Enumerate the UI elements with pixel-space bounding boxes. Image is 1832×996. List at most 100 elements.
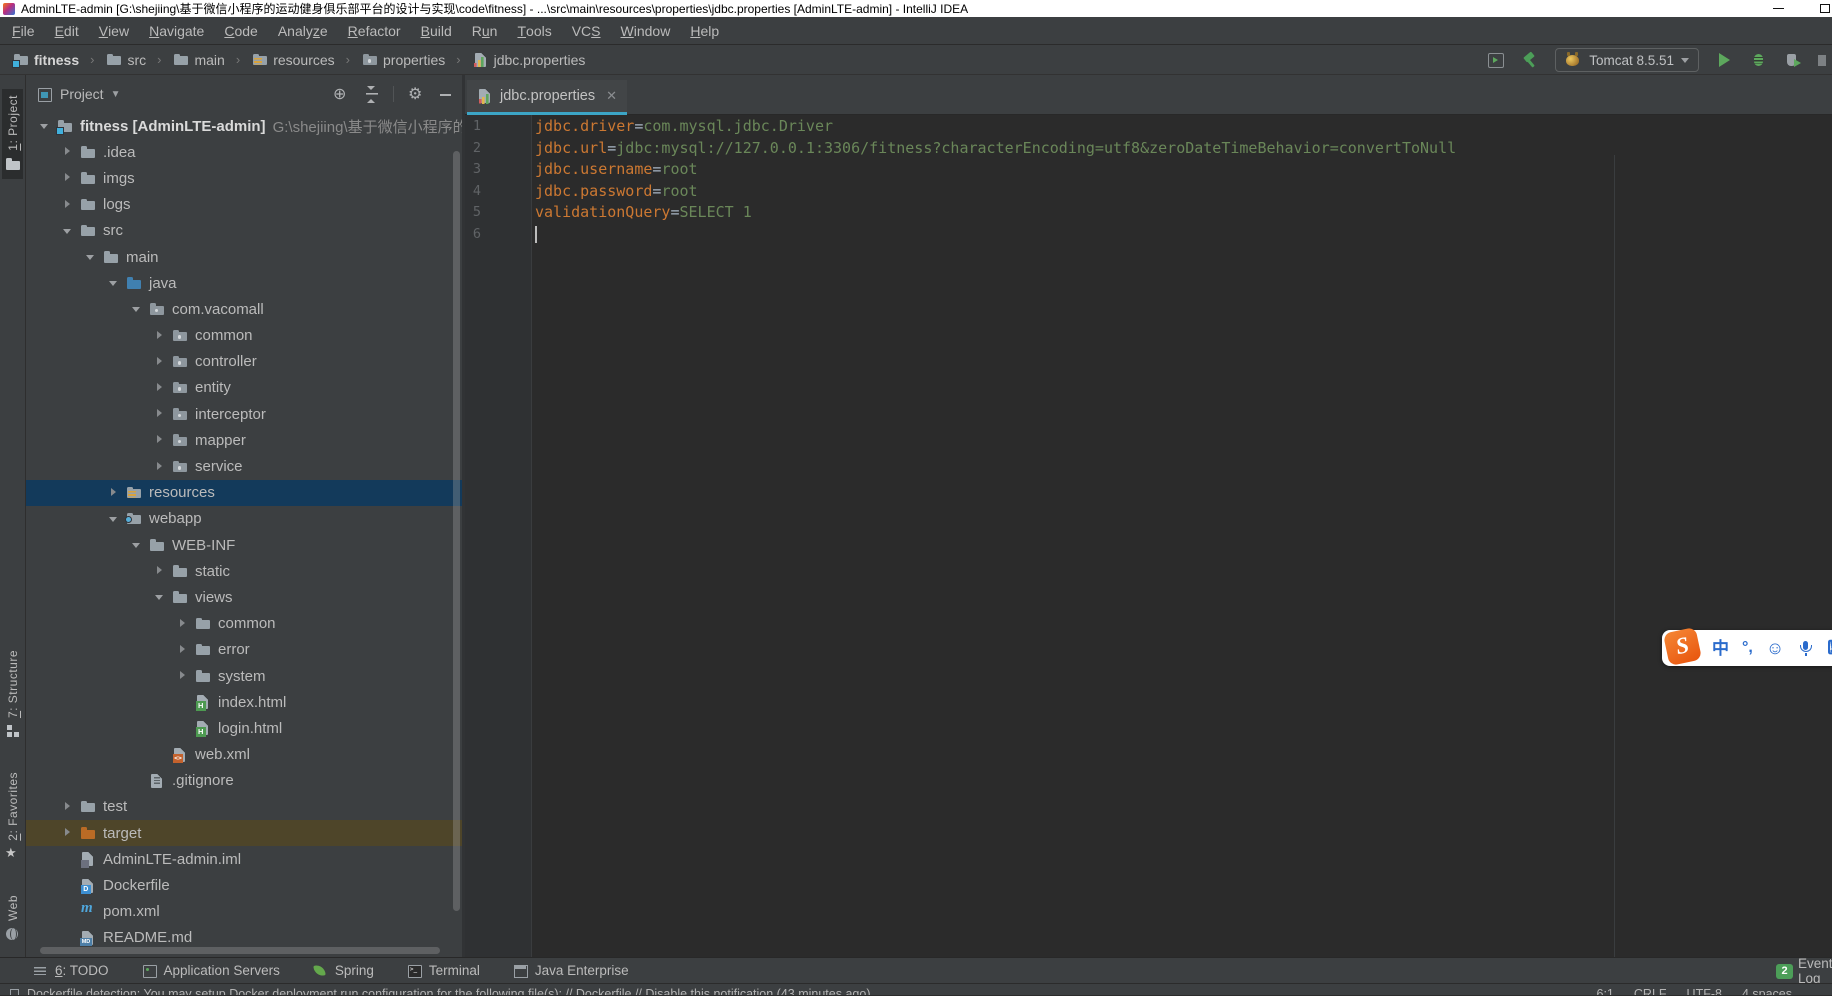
run-anything-icon[interactable]	[1487, 52, 1504, 69]
tree-row[interactable]: .gitignore	[26, 768, 462, 794]
expand-arrow-icon[interactable]	[151, 432, 171, 448]
status-widget[interactable]: 4 spaces	[1742, 987, 1792, 995]
stripe-tab-2-favorites[interactable]: 2: Favorites	[2, 766, 23, 869]
tree-row[interactable]: Dockerfile	[26, 872, 462, 898]
collapse-all-icon[interactable]	[363, 86, 380, 103]
maximize-button[interactable]	[1820, 4, 1830, 13]
tree-row[interactable]: webapp	[26, 506, 462, 532]
status-widget[interactable]: CRLF	[1634, 987, 1667, 995]
expand-arrow-icon[interactable]	[151, 589, 171, 605]
expand-arrow-icon[interactable]	[82, 249, 102, 265]
expand-arrow-icon[interactable]	[105, 275, 125, 291]
project-panel-title[interactable]: Project	[60, 86, 104, 102]
menu-item-window[interactable]: Window	[611, 17, 681, 44]
menu-item-refactor[interactable]: Refactor	[338, 17, 411, 44]
close-tab-icon[interactable]: ✕	[606, 88, 617, 104]
tree-row[interactable]: fitness [AdminLTE-admin]G:\shejiing\基于微信…	[26, 113, 462, 139]
ime-keyboard-button[interactable]: ⌨	[1827, 639, 1832, 658]
expand-arrow-icon[interactable]	[59, 825, 79, 841]
menu-item-build[interactable]: Build	[411, 17, 462, 44]
expand-arrow-icon[interactable]	[59, 799, 79, 815]
expand-arrow-icon[interactable]	[59, 197, 79, 213]
tree-row[interactable]: test	[26, 794, 462, 820]
tree-row[interactable]: index.html	[26, 689, 462, 715]
stripe-tab-web[interactable]: Web	[2, 889, 23, 949]
toolwindow-button-application-servers[interactable]: Application Servers	[141, 962, 280, 979]
menu-item-code[interactable]: Code	[214, 17, 267, 44]
minimize-button[interactable]	[1773, 8, 1784, 10]
expand-arrow-icon[interactable]	[105, 511, 125, 527]
build-hammer-icon[interactable]	[1521, 52, 1538, 69]
event-log-button[interactable]: 2 Event Log	[1776, 958, 1832, 984]
expand-arrow-icon[interactable]	[151, 459, 171, 475]
status-widget[interactable]: 6:1	[1597, 987, 1614, 995]
tree-row[interactable]: resources	[26, 480, 462, 506]
tree-row[interactable]: mapper	[26, 427, 462, 453]
tree-row[interactable]: logs	[26, 192, 462, 218]
tree-row[interactable]: common	[26, 323, 462, 349]
breadcrumb-item-resources[interactable]: resources	[251, 51, 334, 68]
breadcrumb-item-fitness[interactable]: fitness	[12, 51, 79, 68]
tree-row[interactable]: java	[26, 270, 462, 296]
toolwindow-button-spring[interactable]: Spring	[312, 962, 374, 979]
tree-row[interactable]: error	[26, 637, 462, 663]
expand-arrow-icon[interactable]	[174, 642, 194, 658]
run-configuration-select[interactable]: Tomcat 8.5.51	[1555, 48, 1699, 72]
menu-item-help[interactable]: Help	[680, 17, 729, 44]
toolwindow-toggle-icon[interactable]	[10, 989, 19, 995]
tree-row[interactable]: com.vacomall	[26, 296, 462, 322]
tree-row[interactable]: entity	[26, 375, 462, 401]
menu-item-tools[interactable]: Tools	[507, 17, 561, 44]
breadcrumb-item-properties[interactable]: properties	[361, 51, 445, 68]
menu-item-view[interactable]: View	[89, 17, 139, 44]
expand-arrow-icon[interactable]	[59, 170, 79, 186]
tree-row[interactable]: web.xml	[26, 742, 462, 768]
expand-arrow-icon[interactable]	[128, 301, 148, 317]
tree-row[interactable]: controller	[26, 349, 462, 375]
menu-item-run[interactable]: Run	[462, 17, 508, 44]
code-area[interactable]: jdbc.driver=com.mysql.jdbc.Driverjdbc.ur…	[532, 115, 1832, 957]
tree-row[interactable]: AdminLTE-admin.iml	[26, 846, 462, 872]
tree-row[interactable]: views	[26, 584, 462, 610]
run-with-coverage-button[interactable]	[1784, 52, 1801, 69]
ime-microphone-icon[interactable]	[1797, 640, 1814, 657]
menu-item-vcs[interactable]: VCS	[562, 17, 611, 44]
status-message[interactable]: Dockerfile detection: You may setup Dock…	[27, 987, 870, 995]
menu-item-edit[interactable]: Edit	[45, 17, 89, 44]
toolwindow-button-terminal[interactable]: Terminal	[406, 962, 480, 979]
tree-row[interactable]: system	[26, 663, 462, 689]
gear-icon[interactable]	[407, 86, 424, 103]
tree-row[interactable]: WEB-INF	[26, 532, 462, 558]
debug-button[interactable]	[1750, 52, 1767, 69]
expand-arrow-icon[interactable]	[151, 563, 171, 579]
expand-arrow-icon[interactable]	[151, 354, 171, 370]
tree-row[interactable]: imgs	[26, 165, 462, 191]
tree-vertical-scrollbar[interactable]	[453, 151, 460, 911]
tree-row[interactable]: interceptor	[26, 401, 462, 427]
tree-row[interactable]: common	[26, 611, 462, 637]
toolwindow-button-6-todo[interactable]: 6: TODO	[32, 962, 109, 979]
expand-arrow-icon[interactable]	[151, 380, 171, 396]
expand-arrow-icon[interactable]	[59, 144, 79, 160]
expand-arrow-icon[interactable]	[151, 406, 171, 422]
status-widget[interactable]: UTF-8	[1687, 987, 1722, 995]
editor-body[interactable]: 123456 jdbc.driver=com.mysql.jdbc.Driver…	[465, 115, 1832, 957]
menu-item-file[interactable]: File	[2, 17, 45, 44]
tree-row[interactable]: main	[26, 244, 462, 270]
breadcrumb-item-jdbc.properties[interactable]: jdbc.properties	[472, 51, 586, 68]
hide-panel-icon[interactable]	[437, 86, 454, 103]
stripe-tab-1-project[interactable]: 1: Project	[2, 89, 23, 179]
menu-item-analyze[interactable]: Analyze	[268, 17, 338, 44]
ime-emoji-button[interactable]: ☺	[1766, 639, 1784, 657]
tree-row[interactable]: service	[26, 453, 462, 479]
tree-row[interactable]: static	[26, 558, 462, 584]
tree-row[interactable]: pom.xml	[26, 899, 462, 925]
stripe-tab-7-structure[interactable]: 7: Structure	[2, 644, 23, 746]
ime-punctuation-button[interactable]: °,	[1742, 640, 1753, 656]
tree-row[interactable]: .idea	[26, 139, 462, 165]
tree-horizontal-scrollbar[interactable]	[40, 947, 440, 954]
editor-tab-jdbc-properties[interactable]: jdbc.properties ✕	[467, 80, 627, 115]
expand-arrow-icon[interactable]	[174, 668, 194, 684]
expand-arrow-icon[interactable]	[128, 537, 148, 553]
toolwindow-button-java-enterprise[interactable]: Java Enterprise	[512, 962, 629, 979]
